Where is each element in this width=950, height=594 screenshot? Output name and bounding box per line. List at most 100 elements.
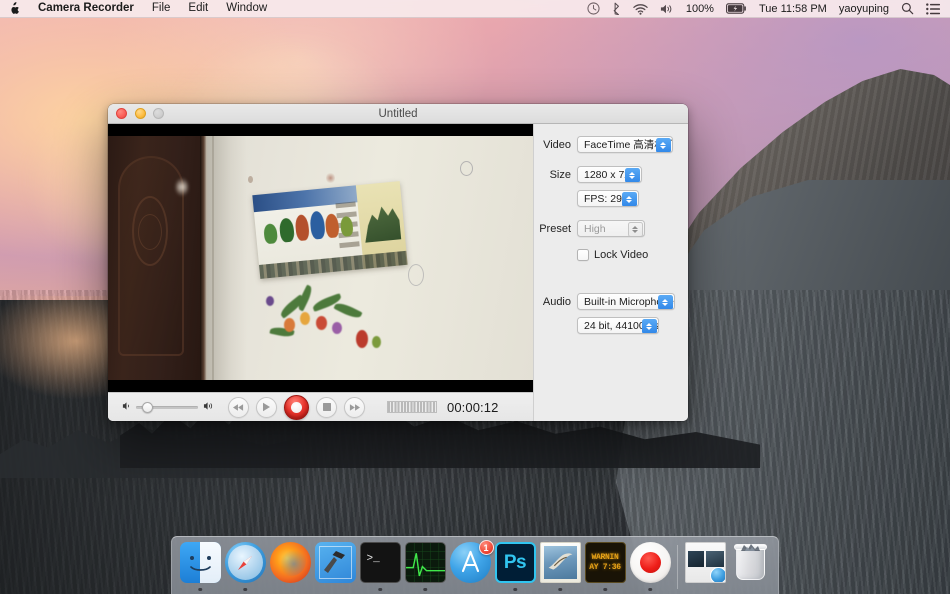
rewind-button[interactable] (228, 396, 249, 418)
speaker-high-icon[interactable] (203, 398, 214, 416)
safari-icon (224, 542, 266, 583)
terminal-icon: >_ (359, 542, 401, 583)
audio-format-stepper[interactable] (641, 319, 657, 333)
fps-select[interactable]: FPS: 29.97 (577, 190, 639, 207)
audio-format-select[interactable]: 24 bit, 44100 Hz (577, 317, 659, 334)
preview-flower-decals (260, 284, 410, 380)
menu-username[interactable]: yaoyuping (833, 3, 895, 15)
menu-item-edit[interactable]: Edit (179, 0, 217, 17)
chevron-down-icon (646, 326, 652, 330)
audio-level-meter (387, 401, 437, 413)
video-preview[interactable] (108, 124, 533, 392)
recording-timecode: 00:00:12 (447, 399, 499, 415)
dock: >_ 1 Ps WARNIN AY 7:36 (171, 536, 779, 594)
app-store-icon: 1 (449, 540, 494, 583)
camera-recorder-window[interactable]: Untitled 00:00:12 Video FaceTime 高清 Size… (108, 104, 688, 421)
dock-item-app-store[interactable]: 1 (448, 540, 494, 594)
size-select[interactable]: 1280 x 720 (577, 166, 642, 183)
lock-video-checkbox[interactable] (577, 249, 589, 261)
volume-icon[interactable] (654, 3, 680, 15)
stop-button[interactable] (316, 396, 337, 418)
video-device-row: Video FaceTime 高清相机… (534, 136, 688, 153)
stack-thumbnail-2 (705, 551, 724, 567)
trash-crumpled-paper (740, 544, 760, 551)
preview-wall-mark-1 (248, 176, 253, 183)
running-indicator (423, 587, 427, 591)
dock-item-trash[interactable] (728, 541, 772, 594)
fps-row: FPS: 29.97 (534, 190, 688, 207)
downloads-stack-icon (684, 542, 726, 583)
dock-item-warning-clock[interactable]: WARNIN AY 7:36 (583, 541, 627, 594)
volume-control (122, 398, 214, 416)
chevron-down-icon (632, 229, 638, 233)
menu-bar-left: Camera Recorder File Edit Window (0, 0, 276, 17)
dock-item-activity-monitor[interactable] (403, 541, 447, 594)
warning-clock-icon: WARNIN AY 7:36 (584, 542, 626, 583)
battery-charging-icon[interactable] (720, 3, 753, 14)
minimize-button[interactable] (134, 108, 146, 119)
chevron-up-icon (626, 195, 632, 199)
window-titlebar[interactable]: Untitled (108, 104, 688, 124)
poster-bottom-strip (259, 250, 408, 279)
notification-center-icon[interactable] (920, 2, 946, 15)
video-device-select[interactable]: FaceTime 高清相机… (577, 136, 673, 153)
audio-format-row: 24 bit, 44100 Hz (534, 317, 688, 334)
fps-stepper[interactable] (621, 192, 637, 206)
settings-panel: Video FaceTime 高清相机… Size 1280 x 720 (533, 124, 688, 421)
dock-item-terminal[interactable]: >_ (358, 541, 402, 594)
video-device-stepper[interactable] (655, 138, 671, 152)
volume-slider-knob[interactable] (142, 401, 153, 413)
zoom-button (153, 108, 164, 119)
chevron-up-icon (646, 322, 652, 326)
running-indicator (198, 587, 202, 591)
play-button[interactable] (256, 396, 277, 418)
size-stepper[interactable] (624, 168, 640, 182)
preview-door-edge (200, 136, 207, 380)
chevron-down-icon (626, 199, 632, 203)
wifi-icon[interactable] (627, 3, 654, 15)
dock-item-firefox[interactable] (268, 541, 312, 594)
dock-item-downloads-stack[interactable] (683, 541, 727, 594)
fast-forward-button[interactable] (344, 396, 365, 418)
dock-item-finder[interactable] (178, 541, 222, 594)
chevron-up-icon (629, 171, 635, 175)
decal-flower-4 (332, 322, 342, 334)
apple-logo-icon[interactable] (0, 0, 29, 17)
finder-icon (179, 542, 221, 583)
running-indicator (558, 587, 562, 591)
chevron-down-icon (662, 302, 668, 306)
close-button[interactable] (116, 108, 127, 119)
dock-item-safari[interactable] (223, 541, 267, 594)
poster-figure-3 (294, 214, 310, 242)
xcode-icon (314, 542, 356, 583)
menu-item-file[interactable]: File (143, 0, 180, 17)
audio-device-stepper[interactable] (657, 295, 673, 309)
record-indicator-dot (291, 401, 302, 413)
chevron-down-icon (660, 145, 666, 149)
xcode-hammer-icon (323, 551, 345, 573)
menu-item-window[interactable]: Window (217, 0, 276, 17)
lock-video-checkbox-group[interactable]: Lock Video (577, 249, 648, 261)
eagle-icon (548, 553, 572, 570)
menu-app-name[interactable]: Camera Recorder (29, 0, 143, 17)
dock-item-photoshop[interactable]: Ps (493, 541, 537, 594)
speaker-low-icon[interactable] (122, 398, 131, 416)
dock-item-mail[interactable] (538, 541, 582, 594)
warning-line-2: AY 7:36 (589, 562, 621, 572)
time-machine-icon[interactable] (581, 2, 606, 15)
dock-item-camera-recorder[interactable] (628, 541, 672, 594)
preset-select[interactable]: High (577, 220, 645, 237)
record-button[interactable] (284, 394, 309, 420)
preview-door (108, 136, 204, 380)
spotlight-search-icon[interactable] (895, 2, 920, 15)
warning-line-1: WARNIN (591, 552, 619, 562)
preview-wall-hook-1 (460, 161, 473, 176)
preset-stepper[interactable] (627, 222, 643, 236)
bluetooth-icon[interactable] (606, 2, 627, 15)
lock-video-row: Lock Video (534, 249, 688, 261)
volume-slider[interactable] (136, 401, 198, 413)
menu-datetime[interactable]: Tue 11:58 PM (753, 3, 833, 15)
stack-thumbnail-1 (687, 551, 704, 567)
audio-device-select[interactable]: Built-in Microphone (577, 293, 675, 310)
dock-item-xcode[interactable] (313, 541, 357, 594)
